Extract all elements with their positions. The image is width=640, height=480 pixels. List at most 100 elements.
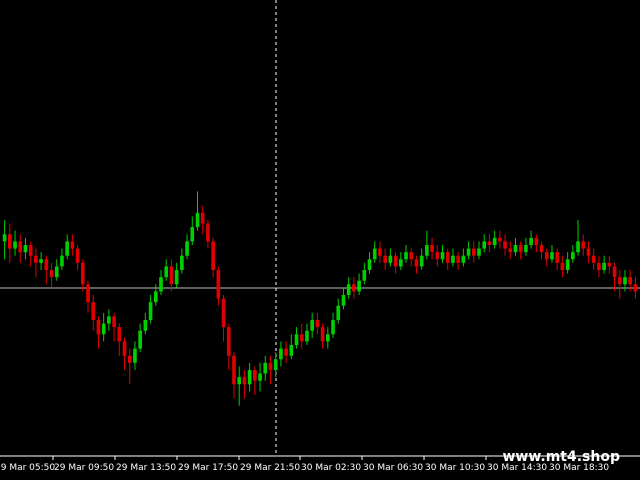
candle-up <box>39 259 43 263</box>
candle-down <box>414 259 419 267</box>
candle-down <box>117 327 122 342</box>
candle-down <box>18 241 23 253</box>
candle-up <box>440 252 445 260</box>
candle-down <box>86 284 90 303</box>
candle-down <box>232 355 236 385</box>
time-tick-label: 30 Mar 10:30 <box>425 463 485 473</box>
candle-up <box>602 262 606 270</box>
candle-up <box>419 255 424 267</box>
candle-up <box>2 234 7 242</box>
candle-up <box>571 252 575 260</box>
candle-down <box>242 377 247 385</box>
candle-up <box>13 241 17 249</box>
candle-down <box>226 327 231 356</box>
price-chart[interactable]: 29 Mar 05:50 29 Mar 09:50 29 Mar 13:50 29 M… <box>0 0 640 480</box>
candle-up <box>357 280 361 292</box>
chart-background <box>0 0 640 480</box>
time-tick-label: 30 Mar 06:30 <box>363 463 423 473</box>
time-tick-label: 29 Mar 13:50 <box>116 463 176 473</box>
time-tick-label: 29 Mar 17:50 <box>178 463 238 473</box>
candle-up <box>550 252 554 260</box>
candle-up <box>263 362 268 374</box>
candle-down <box>206 223 210 242</box>
candle-down <box>253 370 257 381</box>
candle-up <box>164 266 169 278</box>
candle-up <box>133 348 137 363</box>
candle-down <box>75 248 80 263</box>
candle-up <box>138 330 142 349</box>
candle-up <box>341 295 346 306</box>
candle-down <box>299 334 304 342</box>
candle-up <box>279 348 283 360</box>
candle-up <box>331 320 335 335</box>
candle-down <box>216 270 221 299</box>
candle-down <box>320 327 325 342</box>
candle-down <box>445 252 450 263</box>
candle-down <box>471 248 476 256</box>
candle-up <box>576 241 580 253</box>
candle-down <box>586 248 591 256</box>
candle-down <box>456 255 460 263</box>
candle-down <box>80 262 85 285</box>
candle-up <box>185 241 189 256</box>
candle-up <box>623 277 627 285</box>
candle-up <box>143 320 148 331</box>
candle-up <box>60 255 64 267</box>
candle-up <box>54 266 59 278</box>
watermark-text: www.mt4.shop <box>502 449 620 465</box>
candle-up <box>398 259 403 267</box>
candle-up <box>461 255 466 263</box>
candle-up <box>101 323 106 335</box>
candle-down <box>544 252 549 260</box>
candle-down <box>127 355 132 363</box>
candle-down <box>393 255 398 267</box>
candle-down <box>70 241 75 249</box>
candle-up <box>565 259 570 270</box>
candle-down <box>7 234 12 249</box>
candle-up <box>180 255 184 270</box>
candle-up <box>466 248 471 256</box>
candle-down <box>430 245 434 253</box>
candle-up <box>237 377 242 385</box>
candle-down <box>96 320 101 335</box>
candle-down <box>498 237 502 242</box>
candle-up <box>23 245 28 253</box>
candle-down <box>49 270 54 278</box>
candle-up <box>65 241 69 256</box>
candle-down <box>211 241 215 270</box>
candle-down <box>581 241 586 249</box>
candle-down <box>28 245 33 256</box>
candle-up <box>529 237 533 245</box>
candle-down <box>612 266 617 278</box>
candle-up <box>289 345 294 356</box>
candle-up <box>325 334 330 342</box>
candle-up <box>425 245 429 256</box>
candle-down <box>268 362 273 370</box>
candle-up <box>294 334 299 345</box>
candle-down <box>508 248 513 253</box>
candle-down <box>378 248 382 256</box>
candlestick-chart[interactable]: 29 Mar 05:5029 Mar 09:50 29 Mar 13:50 29 M… <box>0 0 640 480</box>
candle-up <box>477 248 481 256</box>
candle-down <box>487 241 492 245</box>
candle-down <box>534 237 539 245</box>
candle-up <box>258 373 262 381</box>
candle-up <box>305 330 309 342</box>
candle-down <box>409 252 414 260</box>
candle-down <box>352 284 356 292</box>
candle-up <box>524 245 528 253</box>
time-tick-label: 29 Mar 21:50 <box>240 463 300 473</box>
candle-down <box>560 262 565 270</box>
candle-up <box>388 255 393 263</box>
candle-up <box>153 291 158 303</box>
time-tick-label: 30 Mar 02:30 <box>301 463 361 473</box>
candle-down <box>555 252 560 263</box>
candle-down <box>539 245 544 253</box>
candle-up <box>367 259 372 270</box>
candle-down <box>597 262 601 270</box>
candle-up <box>273 359 278 370</box>
candle-down <box>221 298 226 328</box>
candle-up <box>513 245 518 253</box>
candle-down <box>518 245 523 253</box>
candle-down <box>383 255 387 263</box>
